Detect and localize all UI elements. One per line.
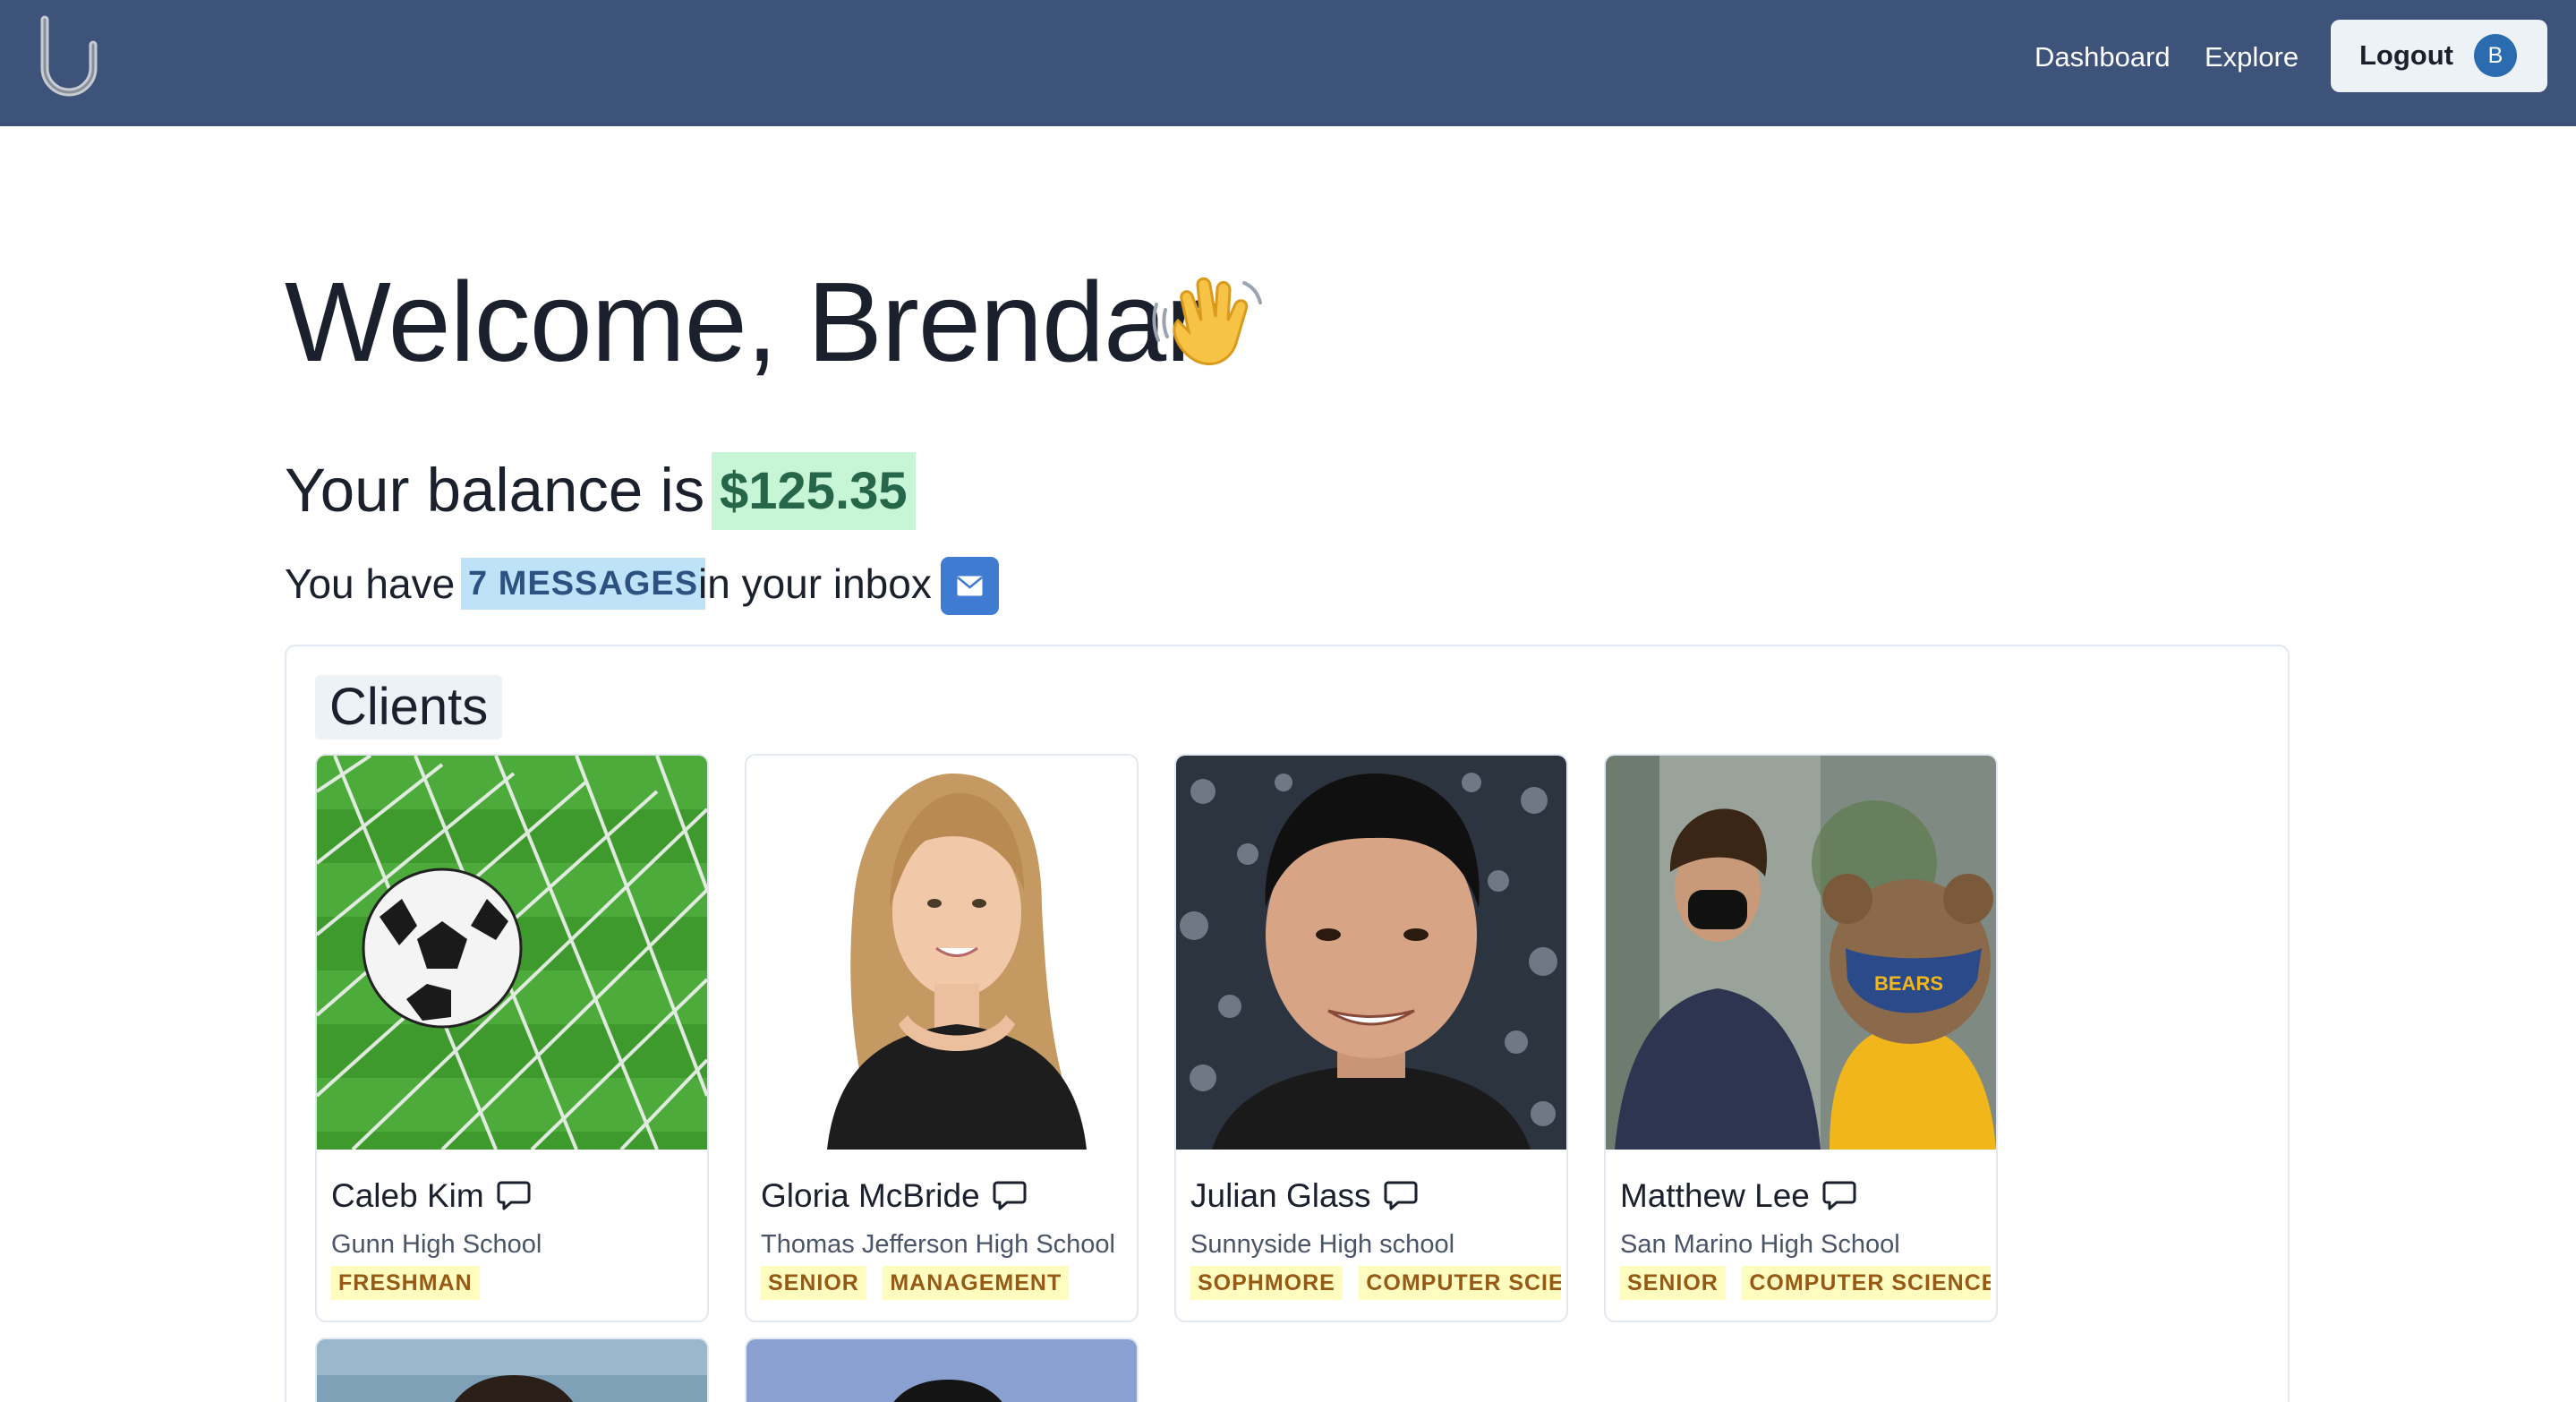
client-tags: FRESHMAN <box>331 1266 702 1302</box>
chat-icon[interactable] <box>1822 1179 1856 1211</box>
client-tags: SOPHMORE COMPUTER SCIENCE <box>1190 1266 1561 1302</box>
client-card[interactable]: Caleb Kim Gunn High School FRESHMAN <box>315 754 709 1322</box>
client-name-text: Gloria McBride <box>761 1177 980 1214</box>
client-photo: BEARS <box>1606 756 1996 1150</box>
client-name: Matthew Lee <box>1620 1175 1856 1218</box>
client-photo <box>1176 756 1566 1150</box>
major-tag: MANAGEMENT <box>883 1266 1070 1300</box>
client-card[interactable]: Julian Glass Sunnyside High school SOPHM… <box>1174 754 1568 1322</box>
client-card[interactable] <box>315 1338 709 1402</box>
logout-button[interactable]: Logout B <box>2331 20 2547 92</box>
grade-tag: FRESHMAN <box>331 1266 480 1300</box>
client-photo <box>746 1339 1137 1402</box>
mail-icon <box>957 576 983 596</box>
clients-heading: Clients <box>315 675 503 739</box>
svg-text:BEARS: BEARS <box>1874 972 1943 995</box>
client-tags: SENIOR MANAGEMENT <box>761 1266 1131 1302</box>
balance-label: Your balance is <box>285 456 705 525</box>
navbar: Dashboard Explore Logout B <box>0 0 2576 126</box>
client-school: Thomas Jefferson High School <box>761 1230 1116 1259</box>
major-tag: COMPUTER SCIENCE <box>1742 1266 1991 1300</box>
client-tags: SENIOR COMPUTER SCIENCE <box>1620 1266 1991 1302</box>
client-school: Sunnyside High school <box>1190 1230 1455 1259</box>
balance-amount: $125.35 <box>712 452 916 530</box>
client-card[interactable] <box>745 1338 1139 1402</box>
logout-label: Logout <box>2359 39 2454 71</box>
inbox-prefix: You have <box>285 560 456 607</box>
chat-icon[interactable] <box>497 1179 531 1211</box>
client-photo <box>746 756 1137 1150</box>
client-school: Gunn High School <box>331 1230 542 1259</box>
client-name-text: Matthew Lee <box>1620 1177 1810 1214</box>
nav-explore-link[interactable]: Explore <box>2205 39 2299 75</box>
nav-dashboard-link[interactable]: Dashboard <box>2034 39 2171 75</box>
avatar: B <box>2474 34 2517 77</box>
inbox-suffix: in your inbox <box>698 560 932 607</box>
client-card[interactable]: BEARS Matthew Lee San Marino High School… <box>1604 754 1998 1322</box>
major-tag: COMPUTER SCIENCE <box>1359 1266 1561 1300</box>
chat-icon[interactable] <box>1384 1179 1418 1211</box>
client-name-text: Julian Glass <box>1190 1177 1371 1214</box>
waving-hand-icon <box>1151 265 1267 381</box>
chat-icon[interactable] <box>993 1179 1027 1211</box>
client-name-text: Caleb Kim <box>331 1177 484 1214</box>
grade-tag: SENIOR <box>1620 1266 1726 1300</box>
messages-badge[interactable]: 7 MESSAGES <box>461 558 706 610</box>
client-photo <box>317 756 707 1150</box>
grade-tag: SENIOR <box>761 1266 866 1300</box>
grade-tag: SOPHMORE <box>1190 1266 1343 1300</box>
client-photo <box>317 1339 707 1402</box>
client-card[interactable]: Gloria McBride Thomas Jefferson High Sch… <box>745 754 1139 1322</box>
client-name: Caleb Kim <box>331 1175 531 1218</box>
logo-icon[interactable] <box>36 14 102 98</box>
mail-button[interactable] <box>941 557 999 615</box>
welcome-heading: Welcome, Brendan <box>285 259 1228 385</box>
client-name: Julian Glass <box>1190 1175 1418 1218</box>
client-school: San Marino High School <box>1620 1230 1900 1259</box>
client-name: Gloria McBride <box>761 1175 1027 1218</box>
